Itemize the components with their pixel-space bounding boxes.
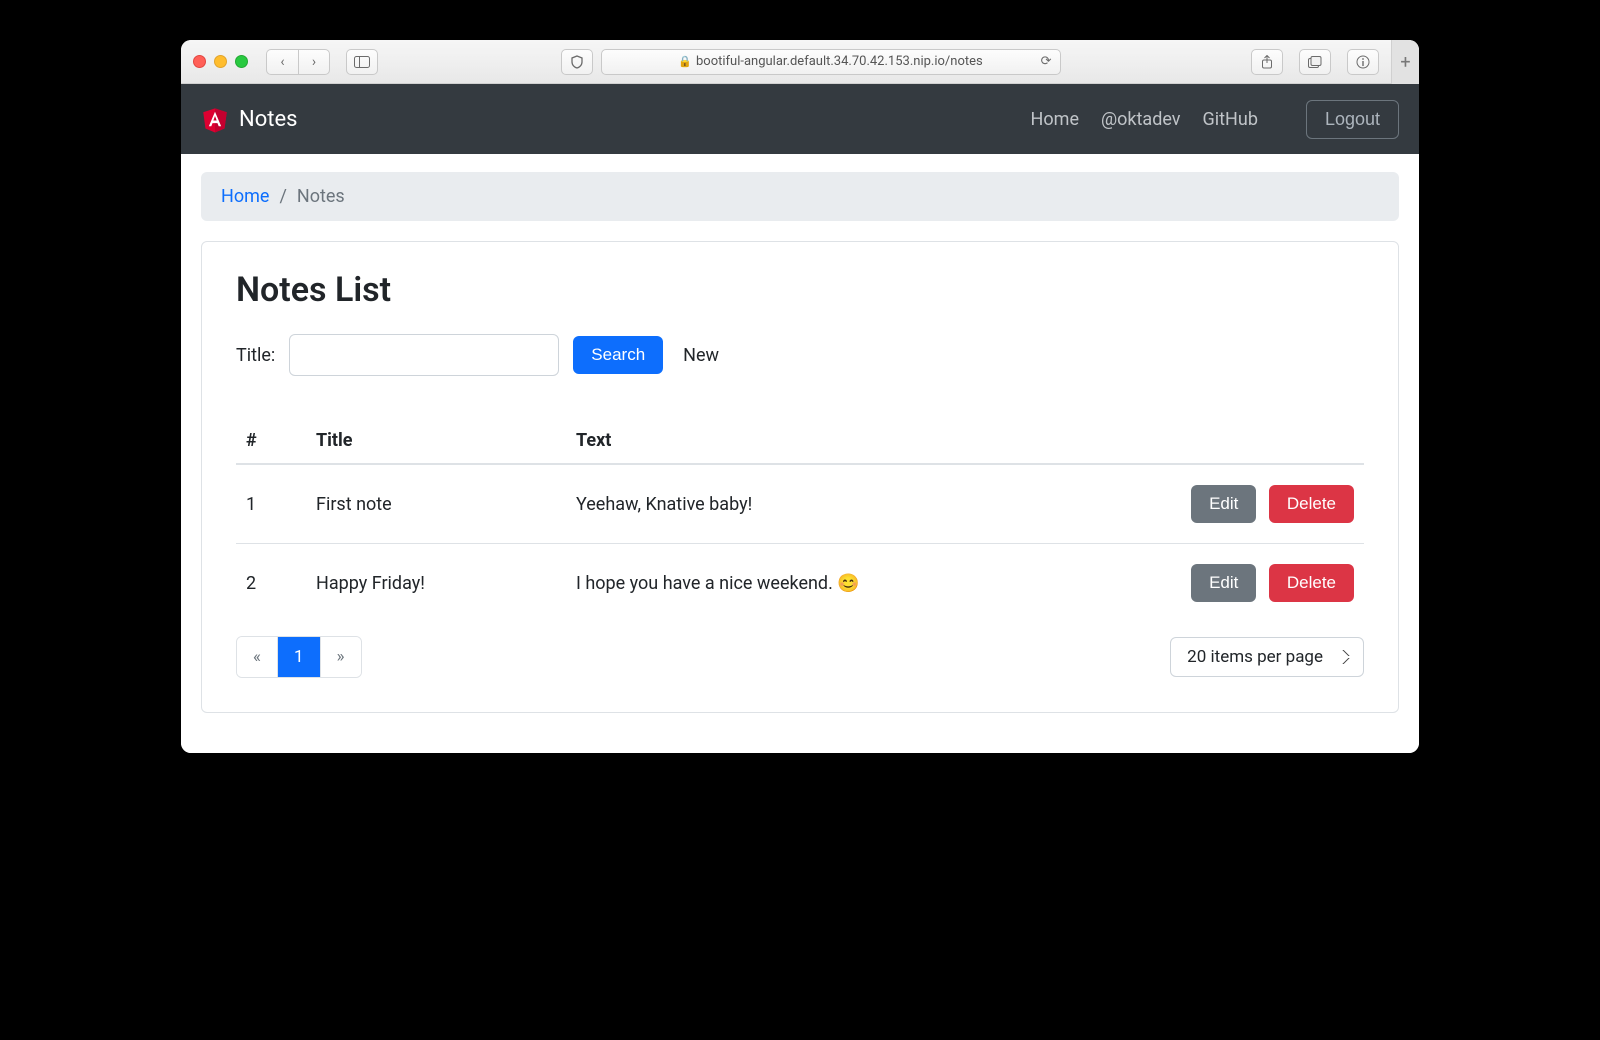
delete-button[interactable]: Delete — [1269, 564, 1354, 602]
info-button[interactable] — [1347, 49, 1379, 75]
breadcrumb-home[interactable]: Home — [221, 186, 269, 207]
browser-window: ‹ › 🔒 bootiful-angular.default.34.70.42.… — [181, 40, 1419, 753]
th-num: # — [236, 418, 306, 464]
reload-icon[interactable]: ⟳ — [1041, 54, 1052, 69]
back-button[interactable]: ‹ — [266, 49, 298, 75]
page-prev[interactable]: « — [237, 637, 278, 677]
cell-actions: Edit Delete — [1144, 464, 1364, 544]
new-tab-button[interactable]: + — [1391, 40, 1419, 84]
minimize-window-icon[interactable] — [214, 55, 227, 68]
window-controls — [193, 55, 248, 68]
page-content: Home / Notes Notes List Title: Search Ne… — [181, 154, 1419, 753]
delete-button[interactable]: Delete — [1269, 485, 1354, 523]
maximize-window-icon[interactable] — [235, 55, 248, 68]
brand[interactable]: Notes — [201, 104, 297, 134]
table-row: 2 Happy Friday! I hope you have a nice w… — [236, 544, 1364, 623]
edit-button[interactable]: Edit — [1191, 485, 1256, 523]
app-navbar: Notes Home @oktadev GitHub Logout — [181, 84, 1419, 154]
page-next[interactable]: » — [321, 637, 361, 677]
per-page-label: 20 items per page — [1187, 647, 1323, 667]
notes-card: Notes List Title: Search New # Title Tex… — [201, 241, 1399, 713]
cell-text: Yeehaw, Knative baby! — [566, 464, 1144, 544]
th-title: Title — [306, 418, 566, 464]
nav-link-oktadev[interactable]: @oktadev — [1101, 109, 1181, 130]
search-row: Title: Search New — [236, 334, 1364, 376]
privacy-report-button[interactable] — [561, 49, 593, 75]
search-button[interactable]: Search — [573, 336, 663, 374]
forward-button[interactable]: › — [298, 49, 330, 75]
notes-table: # Title Text 1 First note Yeehaw, Knativ… — [236, 418, 1364, 622]
cell-num: 2 — [236, 544, 306, 623]
title-input[interactable] — [289, 334, 559, 376]
breadcrumb-current: Notes — [297, 186, 345, 207]
logout-button[interactable]: Logout — [1306, 100, 1399, 139]
share-button[interactable] — [1251, 49, 1283, 75]
address-bar-group: 🔒 bootiful-angular.default.34.70.42.153.… — [561, 49, 1061, 75]
address-bar[interactable]: 🔒 bootiful-angular.default.34.70.42.153.… — [601, 49, 1061, 75]
sidebar-button[interactable] — [346, 49, 378, 75]
new-link[interactable]: New — [683, 345, 719, 366]
table-footer: « 1 » 20 items per page — [236, 636, 1364, 678]
nav-link-github[interactable]: GitHub — [1203, 109, 1258, 130]
page-title: Notes List — [236, 270, 1364, 310]
nav-buttons: ‹ › — [266, 49, 330, 75]
cell-actions: Edit Delete — [1144, 544, 1364, 623]
pagination: « 1 » — [236, 636, 362, 678]
page-1[interactable]: 1 — [278, 637, 321, 677]
tabs-button[interactable] — [1299, 49, 1331, 75]
angular-logo-icon — [201, 104, 229, 134]
nav-link-home[interactable]: Home — [1031, 109, 1079, 130]
table-row: 1 First note Yeehaw, Knative baby! Edit … — [236, 464, 1364, 544]
cell-num: 1 — [236, 464, 306, 544]
url-text: bootiful-angular.default.34.70.42.153.ni… — [696, 54, 983, 69]
brand-text: Notes — [239, 107, 297, 132]
th-text: Text — [566, 418, 1144, 464]
edit-button[interactable]: Edit — [1191, 564, 1256, 602]
lock-icon: 🔒 — [678, 55, 692, 68]
close-window-icon[interactable] — [193, 55, 206, 68]
breadcrumb-separator: / — [279, 186, 286, 207]
th-actions — [1144, 418, 1364, 464]
title-label: Title: — [236, 345, 275, 366]
breadcrumb: Home / Notes — [201, 172, 1399, 221]
nav-links: Home @oktadev GitHub Logout — [1031, 100, 1399, 139]
cell-title: Happy Friday! — [306, 544, 566, 623]
cell-text: I hope you have a nice weekend. 😊 — [566, 544, 1144, 623]
toolbar-right — [1243, 49, 1379, 75]
browser-chrome: ‹ › 🔒 bootiful-angular.default.34.70.42.… — [181, 40, 1419, 84]
per-page-select[interactable]: 20 items per page — [1170, 637, 1364, 677]
cell-title: First note — [306, 464, 566, 544]
